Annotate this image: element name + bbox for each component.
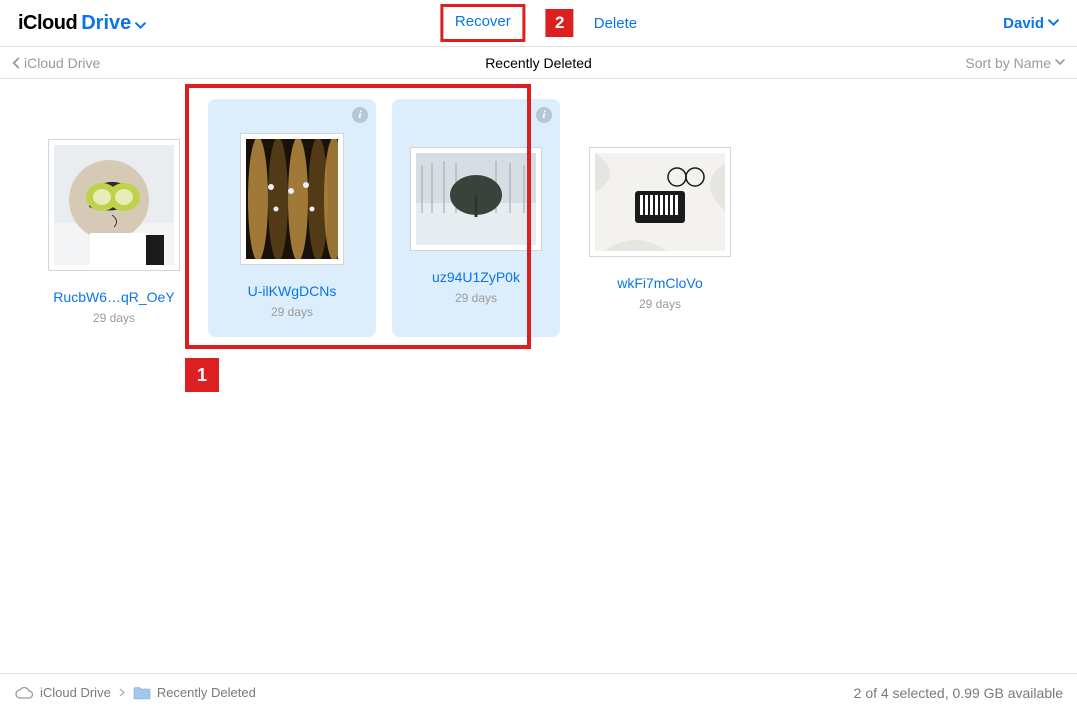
annotation-recover-highlight: Recover: [440, 4, 526, 42]
chevron-down-icon: [1055, 59, 1065, 66]
delete-button[interactable]: Delete: [594, 15, 637, 32]
annotation-step-2-badge: 2: [546, 9, 574, 37]
file-name: U-ilKWgDCNs: [248, 283, 337, 299]
file-name: uz94U1ZyP0k: [432, 269, 520, 285]
thumbnail-image: [246, 139, 338, 259]
recover-button[interactable]: Recover: [455, 13, 511, 30]
info-icon[interactable]: i: [352, 107, 368, 123]
user-menu[interactable]: David: [1003, 15, 1059, 32]
status-text: 2 of 4 selected, 0.99 GB available: [854, 685, 1063, 701]
sub-header: iCloud Drive Recently Deleted Sort by Na…: [0, 47, 1077, 79]
file-item[interactable]: i U-ilKWgDCNs 29 days: [208, 99, 376, 337]
file-name: wkFi7mCloVo: [617, 275, 703, 291]
app-name-icloud: iCloud: [18, 12, 77, 35]
cloud-icon: [14, 686, 34, 700]
file-item[interactable]: wkFi7mCloVo 29 days: [576, 99, 744, 337]
file-row: RucbW6…qR_OeY 29 days i: [10, 99, 744, 337]
chevron-left-icon: [12, 57, 20, 69]
thumbnail-frame: [589, 147, 731, 257]
header-center-actions: Recover 2 Delete: [440, 4, 637, 42]
app-name-drive: Drive: [81, 12, 131, 35]
breadcrumb-root[interactable]: iCloud Drive: [14, 685, 111, 700]
thumbnail-frame: [410, 147, 542, 251]
sort-dropdown[interactable]: Sort by Name: [965, 55, 1065, 71]
breadcrumb-separator-icon: [119, 685, 125, 700]
folder-icon: [133, 686, 151, 700]
info-icon[interactable]: i: [536, 107, 552, 123]
chevron-down-icon: [135, 22, 146, 30]
app-header: iCloud Drive Recover 2 Delete David: [0, 0, 1077, 47]
sort-label: Sort by Name: [965, 55, 1051, 71]
file-meta: 29 days: [639, 297, 681, 311]
breadcrumb-root-label: iCloud Drive: [40, 685, 111, 700]
user-name-label: David: [1003, 15, 1044, 32]
back-link[interactable]: iCloud Drive: [12, 55, 100, 71]
file-item[interactable]: RucbW6…qR_OeY 29 days: [30, 99, 198, 337]
file-meta: 29 days: [455, 291, 497, 305]
thumbnail-image: [54, 145, 174, 265]
file-name: RucbW6…qR_OeY: [53, 289, 174, 305]
file-item[interactable]: i uz94U1ZyP0k 29 days: [392, 99, 560, 337]
app-logo-dropdown[interactable]: iCloud Drive: [18, 12, 146, 35]
breadcrumb-leaf[interactable]: Recently Deleted: [133, 685, 256, 700]
page-title: Recently Deleted: [485, 55, 592, 71]
annotation-step-1-badge: 1: [185, 358, 219, 392]
thumbnail-image: [416, 153, 536, 245]
file-meta: 29 days: [271, 305, 313, 319]
back-label: iCloud Drive: [24, 55, 100, 71]
breadcrumb-leaf-label: Recently Deleted: [157, 685, 256, 700]
thumbnail-frame: [48, 139, 180, 271]
footer-bar: iCloud Drive Recently Deleted 2 of 4 sel…: [0, 673, 1077, 711]
thumbnail-image: [595, 153, 725, 251]
file-meta: 29 days: [93, 311, 135, 325]
chevron-down-icon: [1048, 19, 1059, 27]
file-grid: RucbW6…qR_OeY 29 days i: [0, 79, 1077, 357]
thumbnail-frame: [240, 133, 344, 265]
